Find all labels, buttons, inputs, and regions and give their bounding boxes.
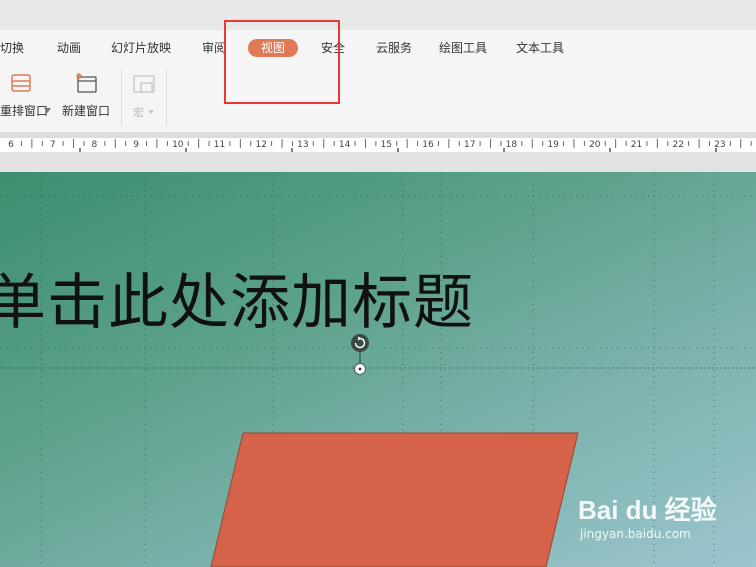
horizontal-ruler[interactable]: 6 7 8 9 10 11 12 13 14 15 16 17 18 19 20 21 22 23	[0, 138, 756, 152]
ruler-number: 18	[506, 140, 518, 150]
dropdown-arrow-icon	[44, 108, 51, 113]
tab-animation[interactable]: 动画	[57, 40, 81, 56]
ruler-number: 17	[464, 140, 475, 150]
ruler-number: 9	[133, 140, 139, 150]
ruler-number: 22	[672, 140, 683, 150]
ruler-number: 23	[714, 140, 725, 150]
slide-canvas[interactable]: 单击此处添加标题 Bai du 经验 jingyan.baidu.com	[0, 172, 756, 567]
dropdown-arrow-icon	[148, 110, 154, 114]
toolbar-divider	[121, 70, 122, 126]
macro-button[interactable]: 宏	[126, 70, 162, 126]
tab-text-tools[interactable]: 文本工具	[516, 40, 564, 56]
rotate-handle-icon[interactable]	[351, 334, 369, 352]
tab-review[interactable]: 审阅	[202, 40, 226, 56]
new-window-button[interactable]: 新建窗口	[62, 70, 116, 126]
ruler-bottom-band	[0, 152, 756, 172]
ruler-number: 7	[50, 140, 56, 150]
ruler-number: 19	[547, 140, 559, 150]
ribbon-toolbar: 重排窗口 新建窗口 宏	[0, 66, 756, 132]
selection-handle-group[interactable]	[351, 334, 369, 375]
parallelogram-shape[interactable]	[210, 432, 579, 567]
ruler-number: 6	[8, 140, 14, 150]
ruler-number: 13	[297, 140, 308, 150]
ruler-number: 11	[214, 140, 225, 150]
ruler-number: 10	[172, 140, 184, 150]
watermark-logo: Bai du 经验	[578, 495, 717, 525]
highlight-box	[224, 20, 340, 104]
window-top-strip	[0, 0, 756, 30]
macro-icon	[133, 75, 155, 93]
baidu-watermark: Bai du 经验 jingyan.baidu.com	[578, 490, 717, 541]
ruler-number: 14	[339, 140, 351, 150]
ruler-number: 21	[631, 140, 642, 150]
rearrange-window-label: 重排窗口	[0, 104, 49, 118]
ruler-ticks: 6 7 8 9 10 11 12 13 14 15 16 17 18 19 20 21 22 23	[8, 139, 752, 152]
tab-drawing-tools[interactable]: 绘图工具	[439, 40, 487, 56]
ruler-number: 8	[92, 140, 98, 150]
ruler-number: 16	[422, 140, 434, 150]
watermark-url: jingyan.baidu.com	[580, 527, 691, 541]
rearrange-window-icon	[11, 74, 31, 92]
tab-cloud-services[interactable]: 云服务	[376, 40, 412, 56]
rearrange-window-button[interactable]: 重排窗口	[0, 70, 52, 126]
new-window-label: 新建窗口	[62, 104, 111, 118]
toolbar-divider	[166, 70, 167, 126]
ruler-number: 15	[381, 140, 392, 150]
tab-transitions[interactable]: 切换	[0, 40, 24, 56]
tab-slideshow[interactable]: 幻灯片放映	[111, 40, 171, 56]
ribbon-tab-bar: 切换 动画 幻灯片放映 审阅 视图 安全 云服务 绘图工具 文本工具	[0, 30, 756, 66]
ruler-number: 20	[589, 140, 601, 150]
ruler-number: 12	[255, 140, 266, 150]
new-window-icon	[76, 73, 97, 93]
macro-label: 宏	[133, 106, 144, 119]
